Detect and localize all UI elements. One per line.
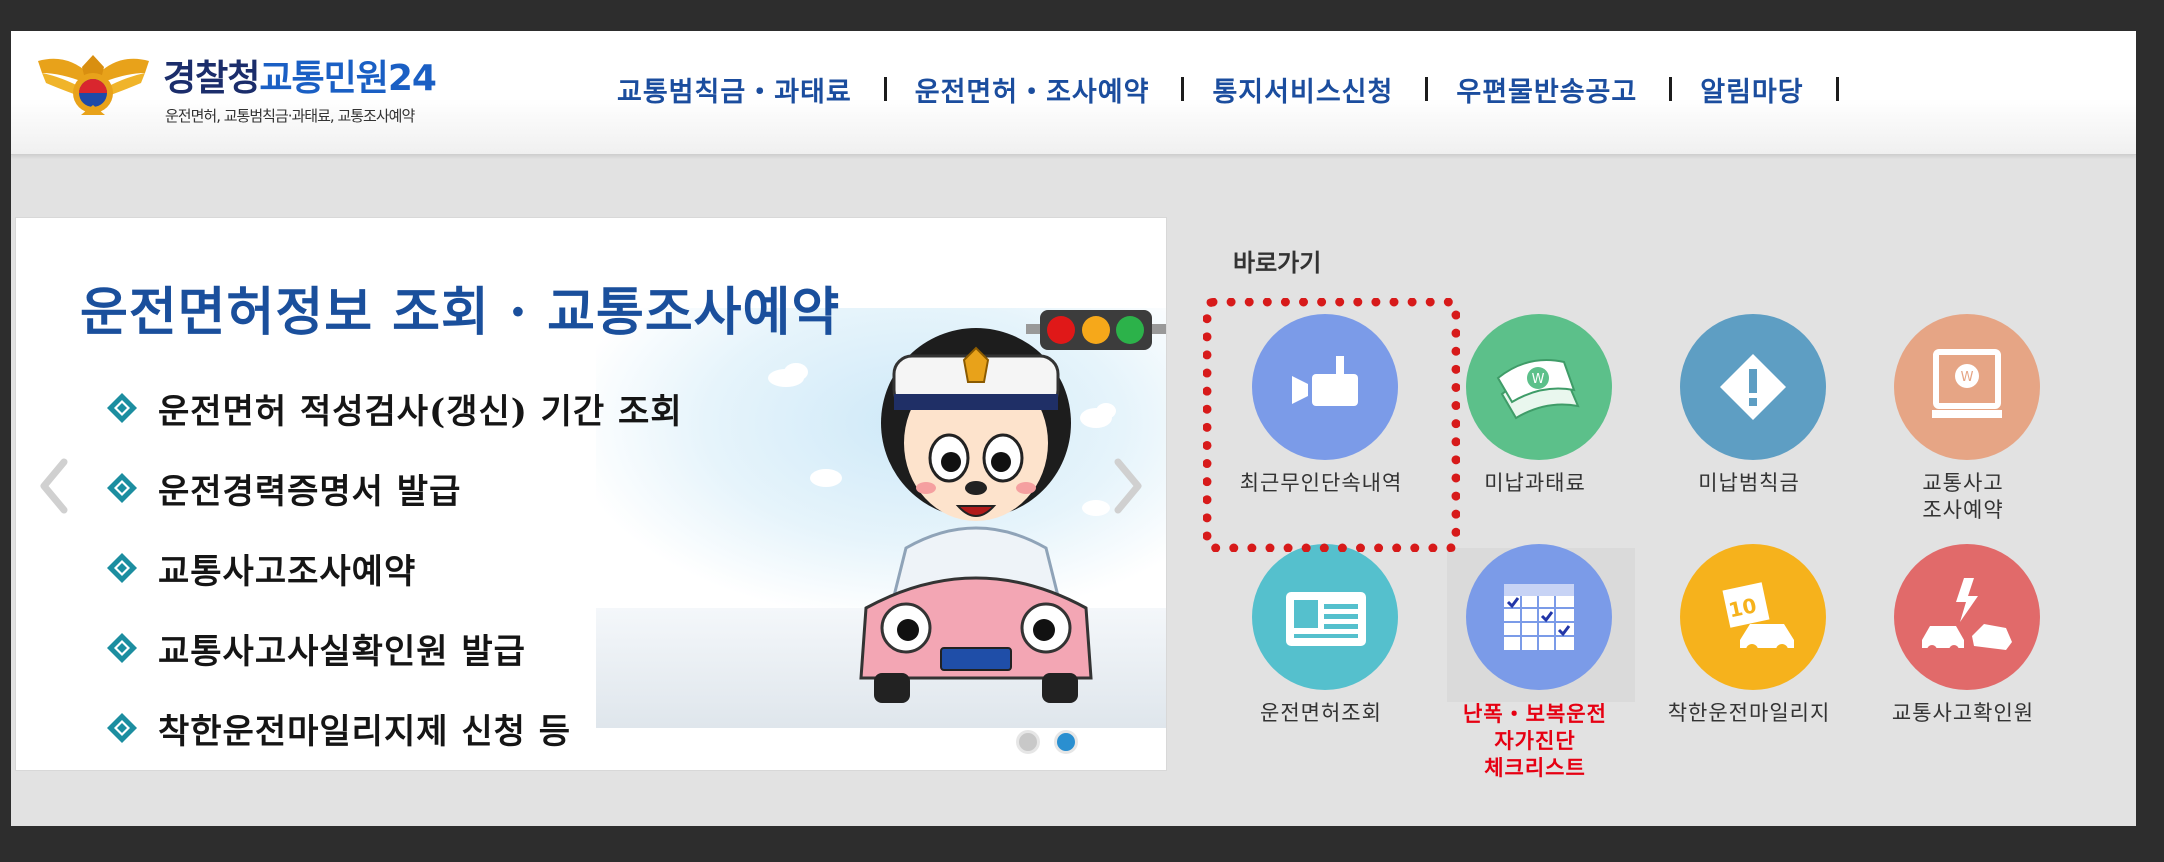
svg-text:W: W — [1532, 372, 1545, 387]
diamond-bullet-icon — [107, 713, 137, 743]
logo-subtitle: 운전면허, 교통범칙금·과태료, 교통조사예약 — [165, 107, 415, 125]
nav-license[interactable]: 운전면허・조사예약 — [915, 70, 1150, 109]
quick-link-label: 미납과태료 — [1484, 471, 1586, 495]
quick-link-accident-certificate[interactable]: 교통사고확인원 — [1853, 544, 2053, 764]
diamond-bullet-icon — [107, 393, 137, 423]
slider-next-arrow-icon[interactable] — [1114, 458, 1144, 514]
quick-link-cctv[interactable]: 최근무인단속내역 — [1211, 314, 1411, 534]
nav-notification[interactable]: 통지서비스신청 — [1212, 70, 1393, 109]
diamond-bullet-icon — [107, 633, 137, 663]
site-header: 경찰청교통민원24 운전면허, 교통범칙금·과태료, 교통조사예약 교통범칙금・… — [11, 31, 2136, 155]
list-item: 운전면허 적성검사(갱신) 기간 조회 — [106, 368, 683, 448]
quick-links-title: 바로가기 — [1233, 249, 1322, 277]
nav-divider — [1835, 77, 1839, 101]
quick-link-unpaid-fine[interactable]: W 미납과태료 — [1425, 314, 1625, 534]
quick-link-unpaid-penalty[interactable]: 미납범칙금 — [1639, 314, 1839, 534]
list-item: 교통사고조사예약 — [106, 528, 683, 608]
quick-link-label: 착한운전마일리지 — [1667, 701, 1831, 725]
nav-divider — [1181, 77, 1185, 101]
site-logo[interactable]: 경찰청교통민원24 운전면허, 교통범칙금·과태료, 교통조사예약 — [36, 43, 506, 133]
quick-link-label: 최근무인단속내역 — [1239, 471, 1403, 495]
police-emblem-icon — [38, 55, 149, 115]
quick-link-good-driving-mileage[interactable]: 10 착한운전마일리지 — [1639, 544, 1839, 764]
id-card-icon — [1252, 544, 1398, 690]
quick-link-label: 난폭・보복운전 자가진단 체크리스트 — [1463, 701, 1607, 780]
quick-link-label: 교통사고확인원 — [1891, 701, 2035, 725]
list-item: 교통사고사실확인원 발급 — [106, 608, 683, 688]
list-item: 운전경력증명서 발급 — [106, 448, 683, 528]
nav-divider — [1425, 77, 1429, 101]
nav-divider — [883, 77, 887, 101]
mileage-car-icon: 10 — [1680, 544, 1826, 690]
nav-notice[interactable]: 알림마당 — [1700, 70, 1803, 109]
main-nav: 교통범칙금・과태료 운전면허・조사예약 통지서비스신청 우편물반송공고 알림마당 — [617, 69, 1867, 109]
quick-link-label: 운전면허조회 — [1260, 701, 1382, 725]
slider-dot-2[interactable] — [1054, 730, 1078, 754]
police-mascot-car-icon — [859, 328, 1093, 703]
money-icon: W — [1466, 314, 1612, 460]
list-item-text: 착한운전마일리지제 신청 등 — [158, 711, 572, 752]
warning-diamond-icon — [1680, 314, 1826, 460]
list-item-text: 운전경력증명서 발급 — [158, 471, 462, 512]
computer-won-icon: W — [1894, 314, 2040, 460]
cctv-camera-icon — [1252, 314, 1398, 460]
nav-fines[interactable]: 교통범칙금・과태료 — [617, 70, 852, 109]
list-item-text: 교통사고조사예약 — [158, 551, 417, 592]
slide-feature-list: 운전면허 적성검사(갱신) 기간 조회 운전경력증명서 발급 교통사고조사예약 … — [106, 368, 683, 768]
list-item: 착한운전마일리지제 신청 등 — [106, 688, 683, 768]
calendar-check-icon — [1466, 544, 1612, 690]
quick-link-accident-reservation[interactable]: W 교통사고 조사예약 — [1853, 314, 2053, 534]
quick-link-license-lookup[interactable]: 운전면허조회 — [1211, 544, 1411, 764]
quick-link-label: 교통사고 조사예약 — [1922, 471, 2004, 522]
quick-links-grid: 최근무인단속내역 W 미납과태료 미납범칙금 W 교통사고 조사예약 운전면허조… — [1211, 314, 2131, 794]
banner-slider[interactable]: 운전면허정보 조회 · 교통조사예약 운전면허 적성검사(갱신) 기간 조회 운… — [15, 217, 1167, 771]
nav-divider — [1669, 77, 1673, 101]
page-frame: 경찰청교통민원24 운전면허, 교통범칙금·과태료, 교통조사예약 교통범칙금・… — [11, 31, 2136, 826]
car-crash-icon — [1894, 544, 2040, 690]
slider-pagination — [1016, 730, 1078, 754]
logo-title: 경찰청교통민원24 — [163, 58, 437, 99]
diamond-bullet-icon — [107, 553, 137, 583]
quick-link-label: 미납범칙금 — [1698, 471, 1800, 495]
slider-prev-arrow-icon[interactable] — [38, 458, 68, 514]
diamond-bullet-icon — [107, 473, 137, 503]
list-item-text: 교통사고사실확인원 발급 — [158, 631, 526, 672]
slider-dot-1[interactable] — [1016, 730, 1040, 754]
svg-text:W: W — [1961, 370, 1974, 385]
quick-link-aggressive-driving-checklist[interactable]: 난폭・보복운전 자가진단 체크리스트 — [1425, 544, 1625, 780]
slide-title: 운전면허정보 조회 · 교통조사예약 — [80, 282, 841, 343]
list-item-text: 운전면허 적성검사(갱신) 기간 조회 — [158, 391, 683, 432]
nav-returned-mail[interactable]: 우편물반송공고 — [1456, 70, 1637, 109]
